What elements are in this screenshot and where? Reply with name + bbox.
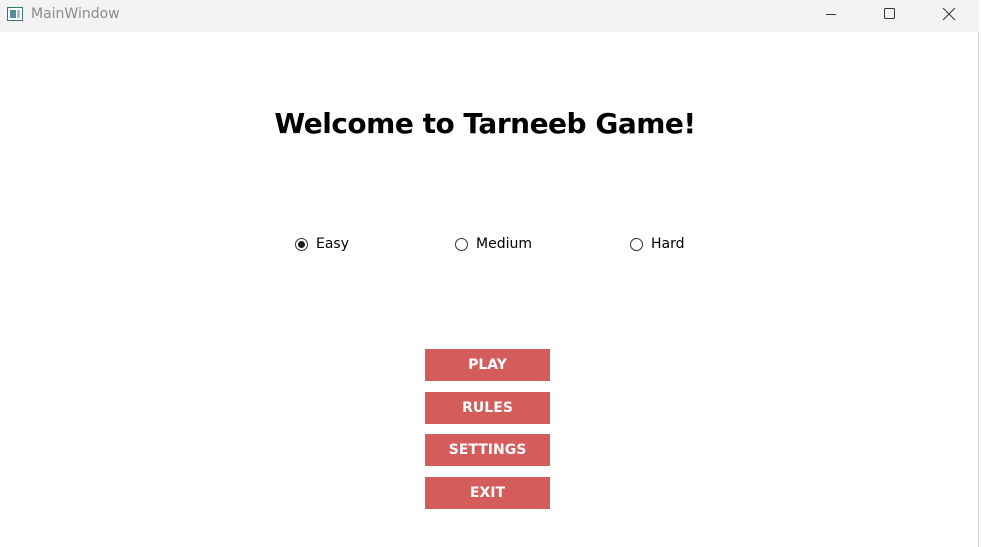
title-bar[interactable]: MainWindow xyxy=(0,0,979,32)
radio-unchecked-icon xyxy=(455,237,468,251)
radio-checked-icon xyxy=(295,237,308,251)
settings-button[interactable]: SETTINGS xyxy=(425,434,550,466)
radio-label-hard: Hard xyxy=(651,236,685,252)
difficulty-hard-radio[interactable]: Hard xyxy=(630,235,685,253)
main-window: MainWindow Welcome to Tarneeb Game! Easy… xyxy=(0,0,979,547)
radio-label-medium: Medium xyxy=(476,236,532,252)
close-icon xyxy=(942,7,956,21)
minimize-icon xyxy=(826,14,836,15)
welcome-heading: Welcome to Tarneeb Game! xyxy=(274,107,696,140)
window-app-icon xyxy=(7,7,23,21)
exit-button[interactable]: EXIT xyxy=(425,477,550,509)
difficulty-medium-radio[interactable]: Medium xyxy=(455,235,532,253)
play-button[interactable]: PLAY xyxy=(425,349,550,381)
maximize-button[interactable] xyxy=(866,0,912,32)
close-button[interactable] xyxy=(925,0,971,32)
radio-label-easy: Easy xyxy=(316,236,350,252)
difficulty-easy-radio[interactable]: Easy xyxy=(295,235,349,253)
maximize-icon xyxy=(884,8,895,19)
minimize-button[interactable] xyxy=(808,0,854,32)
rules-button[interactable]: RULES xyxy=(425,392,550,424)
radio-unchecked-icon xyxy=(630,237,643,251)
window-title: MainWindow xyxy=(31,6,120,22)
